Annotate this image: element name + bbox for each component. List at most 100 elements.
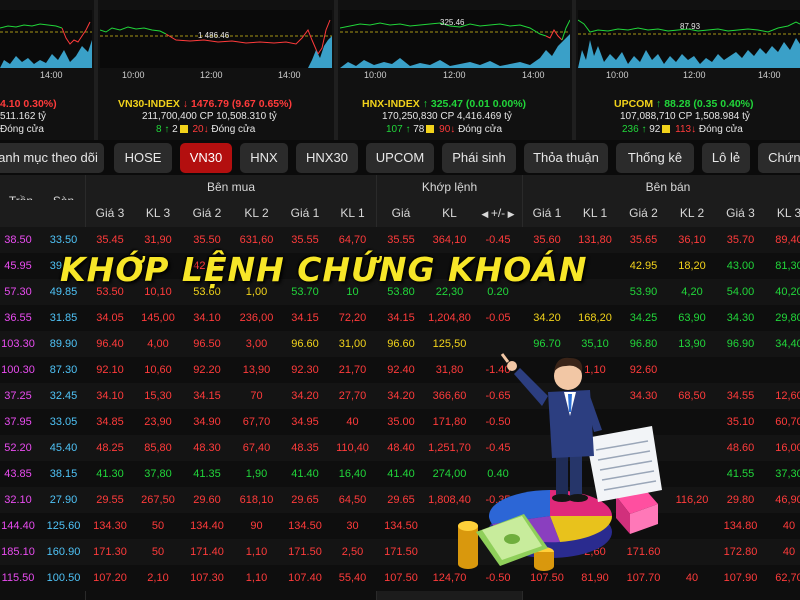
arrow-up-icon: ↑ xyxy=(402,124,411,135)
time-label: 14:00 xyxy=(758,70,781,80)
tab-hnx30[interactable]: HNX30 xyxy=(296,143,358,173)
buy-price-2: 34.10 xyxy=(193,312,221,324)
time-label: 12:00 xyxy=(200,70,223,80)
tab-hose[interactable]: HOSE xyxy=(114,143,172,173)
time-label: 10:00 xyxy=(364,70,387,80)
match-price: 35.00 xyxy=(387,416,415,428)
tab-upcom[interactable]: UPCOM xyxy=(366,143,434,173)
sell-price-3: 29.80 xyxy=(726,494,755,506)
floor-price: 38.15 xyxy=(49,468,78,480)
index-card-vn30[interactable]: 1 486.46 10:00 12:00 14:00 VN30-INDEX ↓ … xyxy=(100,0,332,140)
buy-price-3: 29.55 xyxy=(96,494,124,506)
buy-vol-3: 50 xyxy=(151,546,165,558)
floor-price: 27.90 xyxy=(49,494,78,506)
buy-price-1: 96.60 xyxy=(291,338,319,350)
tab-statistics[interactable]: Thống kê xyxy=(616,143,694,173)
arrow-up-icon: ↑ xyxy=(638,124,647,135)
floor-price: 33.05 xyxy=(49,416,78,428)
buy-price-2: 96.50 xyxy=(193,338,221,350)
index-charts-panel: 14:00 4.10 0.30%) 511.162 tỷ Đóng cửa 1 … xyxy=(0,0,800,140)
buy-price-3: 34.05 xyxy=(96,312,124,324)
sell-vol-3: 34,40 xyxy=(775,338,800,350)
buy-price-3: 92.10 xyxy=(96,364,124,376)
index-breadth: 8 ↑ 2 20↓ Đóng cửa xyxy=(156,124,255,135)
match-price: 96.60 xyxy=(387,338,415,350)
unchanged-count: 92 xyxy=(649,124,661,135)
tab-hnx[interactable]: HNX xyxy=(240,143,288,173)
time-label: 14:00 xyxy=(278,70,301,80)
buy-price-2: 41.35 xyxy=(193,468,221,480)
buy-price-1: 29.65 xyxy=(291,494,319,506)
buy-price-3: 171.30 xyxy=(93,546,127,558)
header-match-change[interactable]: ◀ +/- ▶ xyxy=(474,200,522,227)
buy-vol-1: 72,20 xyxy=(338,312,367,324)
buy-price-1: 107.40 xyxy=(288,572,322,584)
sell-vol-3 xyxy=(765,357,800,383)
index-summary: UPCOM ↑ 88.28 (0.35 0.40%) xyxy=(614,98,754,110)
buy-price-3: 134.30 xyxy=(93,520,127,532)
buy-vol-2: 1,10 xyxy=(245,572,268,584)
buy-price-2: 92.20 xyxy=(193,364,221,376)
header-group-match: Khớp lệnh xyxy=(421,180,478,194)
buy-price-2: 48.30 xyxy=(193,442,221,454)
time-label: 12:00 xyxy=(683,70,706,80)
index-volume: 107,088,710 CP 1,508.984 tỷ xyxy=(620,111,750,122)
match-price: 171.50 xyxy=(384,546,418,558)
buy-vol-3: 267,50 xyxy=(141,494,175,506)
chevron-right-icon[interactable]: ▶ xyxy=(505,209,515,219)
buy-vol-1: 110,40 xyxy=(336,442,369,454)
index-value: 1476.79 xyxy=(190,98,229,110)
tab-odd-lot[interactable]: Lô lẻ xyxy=(702,143,750,173)
buy-price-3: 34.10 xyxy=(96,390,124,402)
time-label: 14:00 xyxy=(522,70,545,80)
ceiling-price: 57.30 xyxy=(4,286,32,298)
businessman-illustration xyxy=(440,320,700,600)
chevron-left-icon[interactable]: ◀ xyxy=(481,209,490,219)
sell-vol-3: 62,70 xyxy=(775,572,800,584)
index-chart: 87.93 xyxy=(578,10,800,68)
time-label: 10:00 xyxy=(606,70,629,80)
sell-vol-2: 4,20 xyxy=(681,286,703,298)
time-axis: 10:00 12:00 14:00 xyxy=(100,70,332,82)
unchanged-count: 78 xyxy=(413,124,425,135)
buy-price-2: 34.15 xyxy=(193,390,221,402)
index-breadth: 107 ↑ 78 90↓ Đóng cửa xyxy=(386,124,502,135)
unchanged-count: 2 xyxy=(172,124,178,135)
tab-vn30[interactable]: VN30 xyxy=(180,143,232,173)
chart-reference-label: 87.93 xyxy=(680,22,701,31)
ceiling-price: 185.10 xyxy=(1,546,35,558)
chart-divider xyxy=(572,0,576,140)
index-card-hnx[interactable]: 325.46 10:00 12:00 14:00 HNX-INDEX ↑ 325… xyxy=(340,0,570,140)
header-buy-price-3: Giá 3 xyxy=(95,206,125,220)
advancers-count: 236 xyxy=(622,124,639,135)
time-label: 14:00 xyxy=(40,70,63,80)
sell-vol-2: 36,10 xyxy=(678,234,706,246)
buy-vol-2: 3,00 xyxy=(245,338,268,350)
index-card-vnindex[interactable]: 14:00 4.10 0.30%) 511.162 tỷ Đóng cửa xyxy=(0,0,92,140)
header-buy-price-1: Giá 1 xyxy=(290,206,320,220)
tab-securities[interactable]: Chứng xyxy=(758,143,800,173)
index-card-upcom[interactable]: 87.93 10:00 12:00 14:00 UPCOM ↑ 88.28 (0… xyxy=(578,0,800,140)
floor-price: 160.90 xyxy=(46,546,81,558)
session-status: Đóng cửa xyxy=(458,124,503,135)
change-label: +/- xyxy=(490,206,506,220)
square-icon xyxy=(662,125,671,133)
floor-price: 32.45 xyxy=(49,390,78,402)
ceiling-price: 115.50 xyxy=(1,572,35,584)
time-axis: 10:00 12:00 14:00 xyxy=(578,70,800,82)
sell-vol-3: 40,20 xyxy=(775,286,800,298)
tab-derivatives[interactable]: Phái sinh xyxy=(442,143,516,173)
square-icon xyxy=(426,125,435,133)
ceiling-price: 32.10 xyxy=(4,494,32,506)
header-sell-price-2: Giá 2 xyxy=(629,206,658,220)
tab-watchlist[interactable]: anh mục theo dõi xyxy=(0,143,104,173)
buy-vol-3: 145,00 xyxy=(141,312,175,324)
index-volume: 170,250,830 CP 4,416.469 tỷ xyxy=(382,111,512,122)
table-header-groups: Bên mua Khớp lệnh Bên bán xyxy=(0,175,800,200)
sell-vol-3: 29,80 xyxy=(775,312,800,324)
ceiling-price: 38.50 xyxy=(4,234,32,246)
buy-vol-3: 10,60 xyxy=(144,364,172,376)
sell-price-3: 41.55 xyxy=(726,468,755,480)
tab-negotiated[interactable]: Thỏa thuận xyxy=(524,143,608,173)
index-change: (0.01 0.00%) xyxy=(465,98,527,110)
